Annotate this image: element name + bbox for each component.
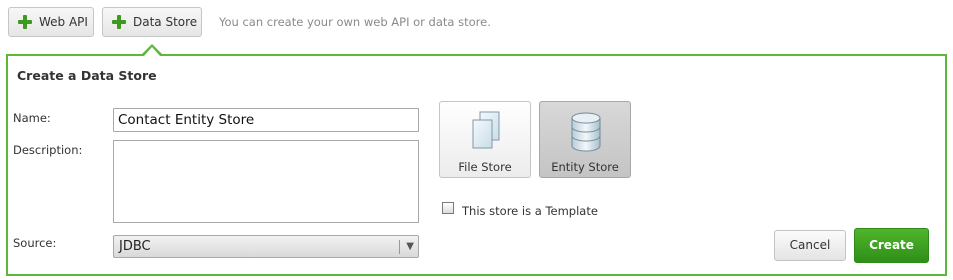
entity-store-icon (571, 112, 601, 152)
toolbar-hint: You can create your own web API or data … (219, 15, 491, 29)
template-checkbox-label[interactable]: This store is a Template (462, 204, 598, 218)
web-api-label: Web API (39, 15, 88, 29)
plus-icon (18, 15, 32, 29)
source-value: JDBC (119, 239, 151, 254)
source-label: Source: (13, 236, 57, 250)
description-textarea[interactable] (113, 140, 419, 223)
template-checkbox[interactable] (442, 202, 454, 214)
plus-icon (112, 15, 126, 29)
description-label: Description: (13, 143, 83, 157)
chevron-down-icon: ▼ (406, 241, 414, 252)
name-input[interactable] (113, 108, 419, 132)
file-store-label: File Store (458, 160, 512, 174)
cancel-button[interactable]: Cancel (774, 230, 846, 261)
data-store-label: Data Store (133, 15, 198, 29)
source-separator (399, 240, 400, 254)
create-button[interactable]: Create (854, 228, 929, 263)
source-select[interactable]: JDBC ▼ (113, 235, 419, 258)
file-store-tile[interactable]: File Store (439, 101, 531, 178)
data-store-button[interactable]: Data Store (102, 7, 202, 37)
name-label: Name: (13, 111, 51, 125)
panel-title: Create a Data Store (17, 68, 157, 83)
entity-store-label: Entity Store (551, 160, 619, 174)
file-store-icon (472, 111, 500, 149)
panel-pointer-inner (144, 47, 160, 56)
web-api-button[interactable]: Web API (8, 7, 94, 37)
entity-store-tile[interactable]: Entity Store (539, 101, 631, 178)
